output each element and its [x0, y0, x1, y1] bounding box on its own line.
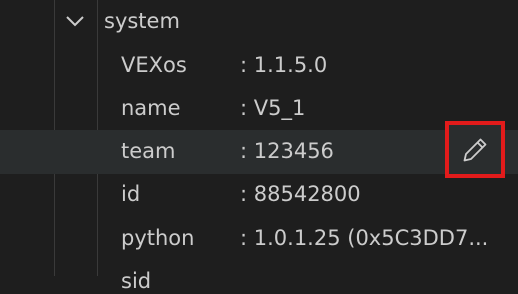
item-value: : 1.0.1.25 (0x5C3DD7... — [240, 226, 489, 250]
pencil-icon[interactable] — [460, 135, 490, 165]
edit-team-button[interactable] — [445, 121, 505, 178]
group-label: system — [104, 9, 180, 33]
item-value: : V5_1 — [240, 96, 306, 120]
tree-item-id[interactable]: id : 88542800 — [0, 173, 518, 217]
tree-group-system[interactable]: system — [0, 0, 518, 44]
item-key: name — [121, 96, 181, 120]
item-value: : 1.1.5.0 — [240, 53, 328, 77]
item-value: : 123456 — [240, 139, 334, 163]
tree-item-vexos[interactable]: VEXos : 1.1.5.0 — [0, 44, 518, 88]
tree-item-python[interactable]: python : 1.0.1.25 (0x5C3DD7... — [0, 217, 518, 261]
tree-item-team[interactable]: team : 123456 — [0, 130, 518, 174]
device-info-tree: system VEXos : 1.1.5.0 name : V5_1 team … — [0, 0, 518, 293]
item-key: VEXos — [121, 53, 187, 77]
item-key: python — [121, 226, 195, 250]
chevron-down-icon[interactable] — [62, 8, 88, 34]
item-value: : 88542800 — [240, 182, 361, 206]
item-key: id — [121, 182, 141, 206]
tree-item-partial[interactable]: sid — [121, 268, 151, 294]
tree-item-name[interactable]: name : V5_1 — [0, 87, 518, 131]
item-key: team — [121, 139, 176, 163]
